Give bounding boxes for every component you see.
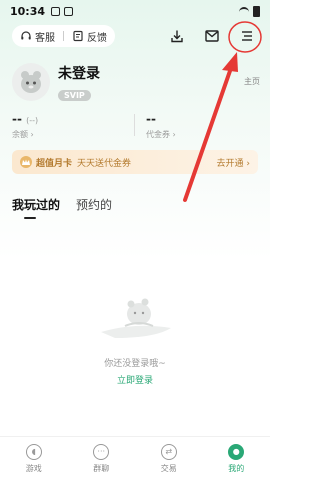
menu-icon [242, 31, 252, 41]
status-bar: 10:34 [0, 0, 270, 22]
me-icon: ● [228, 443, 245, 460]
voucher-label: 代金券 › [146, 130, 176, 139]
balance-sub: (--) [26, 116, 39, 125]
empty-illustration [101, 298, 171, 338]
service-label: 客服 [35, 32, 55, 44]
balance-label: 余额 › [12, 130, 34, 139]
homepage-link[interactable]: 主页 [244, 76, 260, 87]
tab-played[interactable]: 我玩过的 [12, 196, 61, 219]
tab-bar: 我玩过的 预约的 [12, 196, 112, 219]
banner-action-label: 去开通 [216, 158, 244, 169]
name-block: 未登录 SVIP [58, 63, 100, 102]
tab-reserved[interactable]: 预约的 [76, 196, 112, 213]
voucher-stat[interactable]: -- 代金券 › [146, 112, 176, 140]
nav-trade[interactable]: ⇄ 交易 [135, 437, 203, 480]
profile-section: 未登录 SVIP [12, 62, 270, 102]
nav-chat-label: 群聊 [93, 463, 110, 473]
service-feedback-pill: 客服 反馈 [12, 25, 115, 47]
status-notification-icons [51, 6, 74, 16]
tab-indicator [24, 217, 36, 219]
download-button[interactable] [166, 25, 188, 47]
balance-number: -- [12, 112, 22, 126]
login-link[interactable]: 立即登录 [0, 373, 270, 386]
feedback-icon [73, 30, 83, 42]
svip-badge: SVIP [58, 89, 91, 101]
bottom-nav: ◖ 游戏 ··· 群聊 ⇄ 交易 ● 我的 [0, 436, 270, 480]
nav-me-label: 我的 [228, 463, 245, 473]
status-system-icons [239, 5, 260, 17]
notification-icon [51, 6, 61, 16]
voucher-label-text: 代金券 [146, 130, 170, 139]
homepage-label: 主页 [244, 77, 260, 86]
default-avatar-icon [21, 71, 41, 93]
stats-divider [134, 114, 135, 136]
nav-trade-label: 交易 [160, 463, 177, 473]
empty-message: 你还没登录哦~ [104, 359, 166, 369]
tab-played-label: 我玩过的 [12, 198, 61, 212]
status-time: 10:34 [10, 4, 46, 18]
empty-state: 你还没登录哦~ 立即登录 [0, 292, 270, 386]
wifi-icon [239, 7, 249, 15]
mail-icon [205, 30, 219, 42]
top-bar: 客服 反馈 [12, 24, 258, 48]
battery-icon [253, 5, 260, 17]
nav-game[interactable]: ◖ 游戏 [0, 437, 68, 480]
username: 未登录 [58, 65, 100, 82]
nav-chat[interactable]: ··· 群聊 [68, 437, 136, 480]
crown-icon [20, 156, 32, 168]
divider [63, 31, 64, 41]
tab-reserved-label: 预约的 [76, 198, 113, 212]
chat-icon: ··· [93, 443, 110, 460]
monthly-card-banner[interactable]: 超值月卡 天天送代金券 去开通 › [12, 150, 258, 174]
stats-row: -- (--) 余额 › -- 代金券 › [12, 112, 258, 140]
nav-me[interactable]: ● 我的 [203, 437, 271, 480]
balance-stat[interactable]: -- (--) 余额 › [12, 112, 38, 140]
service-button[interactable]: 客服 [20, 29, 55, 44]
banner-title: 超值月卡 [36, 158, 73, 169]
top-actions [166, 25, 258, 47]
feedback-button[interactable]: 反馈 [72, 29, 107, 44]
banner-action[interactable]: 去开通 › [217, 156, 250, 169]
nav-game-label: 游戏 [25, 463, 42, 473]
download-icon [171, 30, 183, 43]
balance-value: -- (--) [12, 112, 38, 126]
balance-label-text: 余额 [12, 130, 28, 139]
message-button[interactable] [201, 25, 223, 47]
feedback-label: 反馈 [87, 32, 107, 44]
notification-icon [64, 6, 74, 16]
game-icon: ◖ [25, 443, 42, 460]
avatar[interactable] [12, 63, 50, 101]
trade-icon: ⇄ [160, 443, 177, 460]
voucher-value: -- [146, 112, 156, 126]
banner-subtitle: 天天送代金券 [77, 158, 132, 169]
menu-button[interactable] [236, 25, 258, 47]
headset-icon [21, 31, 31, 40]
